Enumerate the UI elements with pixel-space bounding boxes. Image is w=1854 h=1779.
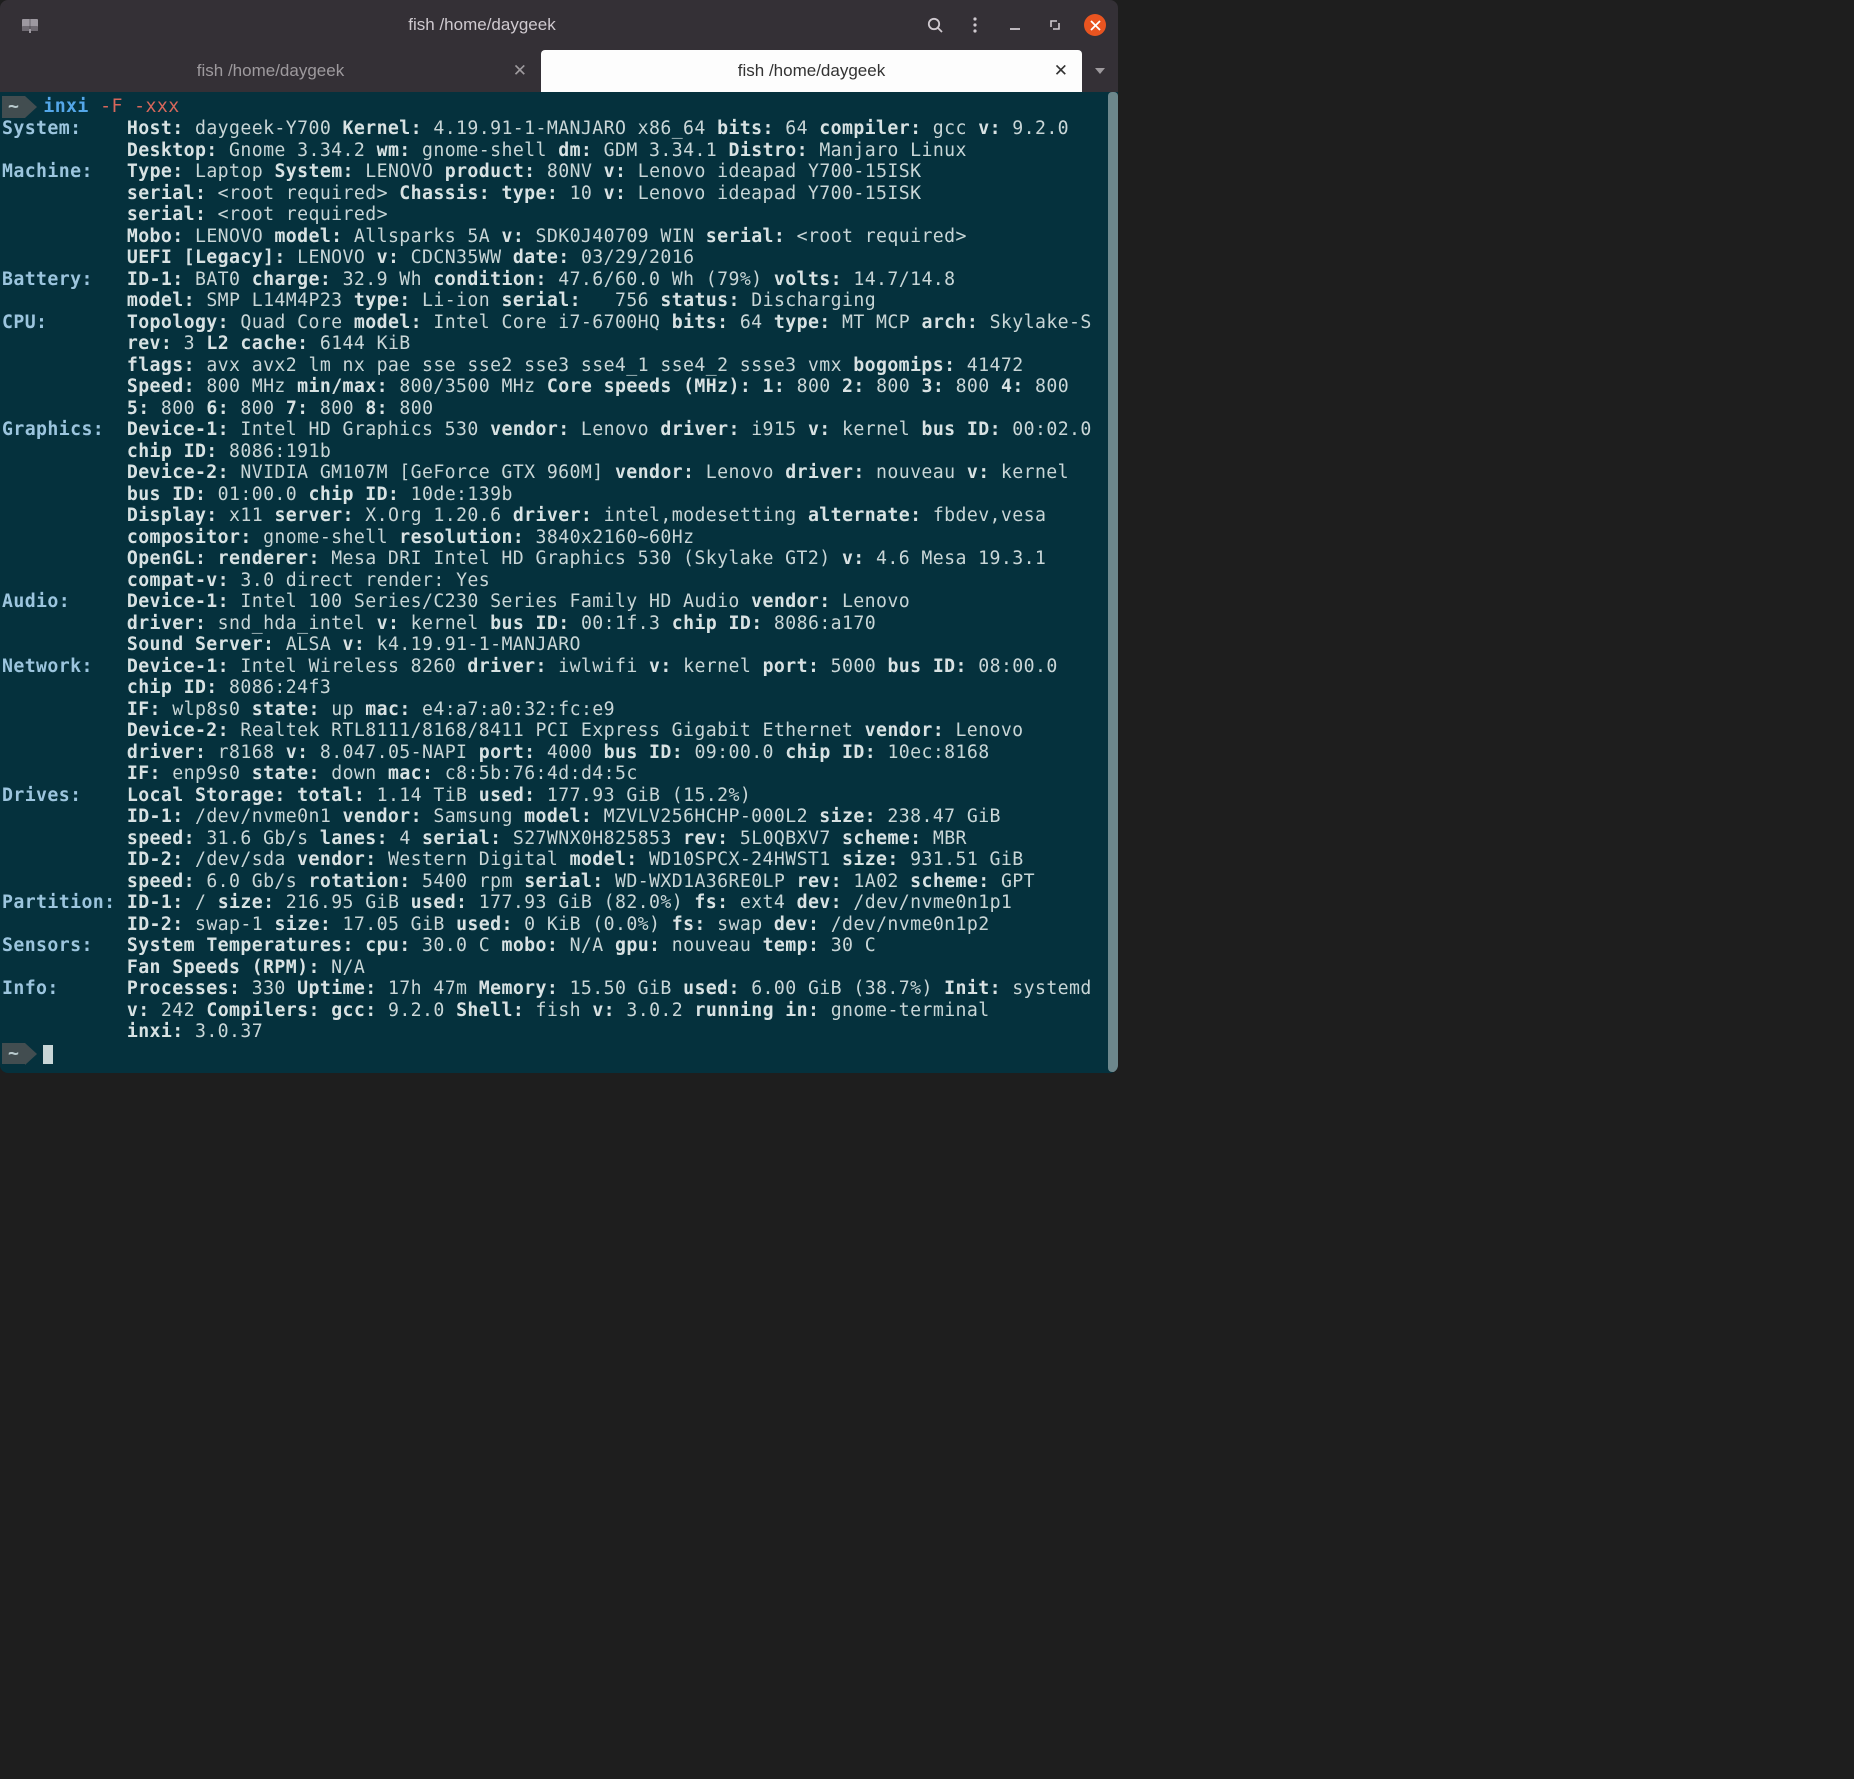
window-controls — [924, 14, 1106, 36]
command: inxi — [43, 96, 88, 117]
window-title: fish /home/daygeek — [40, 15, 924, 35]
tab-label: fish /home/daygeek — [197, 61, 344, 81]
close-button[interactable] — [1084, 14, 1106, 36]
kebab-menu-icon[interactable] — [964, 14, 986, 36]
tab-dropdown[interactable] — [1082, 50, 1118, 92]
tab-close-icon[interactable]: ✕ — [1054, 61, 1068, 81]
tab-bar: fish /home/daygeek ✕ fish /home/daygeek … — [0, 50, 1118, 92]
terminal-window: fish /home/daygeek fish /home/daygeek ✕ — [0, 0, 1118, 1073]
titlebar: fish /home/daygeek — [0, 0, 1118, 50]
tab-2[interactable]: fish /home/daygeek ✕ — [541, 50, 1082, 92]
prompt-cwd: ~ — [2, 1043, 25, 1065]
minimize-icon[interactable] — [1004, 14, 1026, 36]
terminal-scrollback[interactable]: ~inxi -F -xxx System: Host: daygeek-Y700… — [0, 92, 1118, 1073]
tab-close-icon[interactable]: ✕ — [513, 61, 527, 81]
scrollbar-thumb[interactable] — [1108, 92, 1118, 1072]
search-icon[interactable] — [924, 14, 946, 36]
terminal-output: ~inxi -F -xxx System: Host: daygeek-Y700… — [2, 96, 1116, 1065]
tab-1[interactable]: fish /home/daygeek ✕ — [0, 50, 541, 92]
prompt-cwd: ~ — [2, 96, 25, 118]
cursor[interactable] — [43, 1045, 53, 1064]
prompt-arrow-icon — [25, 1043, 37, 1065]
tab-label: fish /home/daygeek — [738, 61, 885, 81]
prompt-arrow-icon — [25, 96, 37, 118]
terminal-app-icon — [20, 15, 40, 35]
maximize-icon[interactable] — [1044, 14, 1066, 36]
command-args: -F -xxx — [100, 96, 179, 117]
